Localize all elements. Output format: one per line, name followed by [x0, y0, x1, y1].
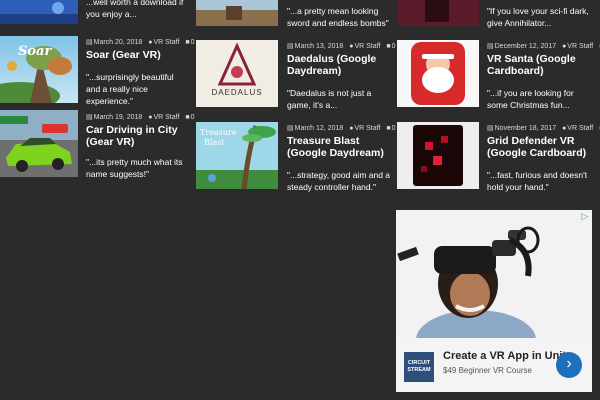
comment-icon: ■	[185, 39, 190, 46]
article-date: March 12, 2018	[294, 125, 344, 132]
article-excerpt: "...its pretty much what its name sugges…	[86, 157, 183, 179]
article-meta: ▤March 19, 2018 ●VR Staff ■0	[86, 113, 195, 122]
article-excerpt: "...if you are looking for some Christma…	[487, 88, 574, 110]
article-meta: ▤November 18, 2017 ●VR Staff ■0	[487, 124, 600, 133]
article-comments[interactable]: 0	[392, 125, 396, 132]
thumbnail-logo-text: Treasure Blast	[200, 128, 236, 148]
calendar-icon: ▤	[86, 39, 93, 46]
article-author[interactable]: VR Staff	[354, 43, 380, 50]
article-meta: ▤March 13, 2018 ●VR Staff ■0	[287, 42, 396, 51]
article-excerpt: "...a pretty mean looking sword and endl…	[287, 6, 389, 28]
user-icon: ●	[562, 125, 567, 132]
thumbnail-logo-line: Treasure	[200, 128, 237, 137]
article-thumbnail[interactable]: Soar	[0, 36, 78, 103]
user-icon: ●	[148, 114, 153, 121]
comment-icon: ■	[185, 114, 190, 121]
calendar-icon: ▤	[287, 43, 294, 50]
article-author[interactable]: VR Staff	[354, 125, 380, 132]
article-comments[interactable]: 0	[191, 39, 195, 46]
article-date: March 19, 2018	[93, 114, 143, 121]
article-comments[interactable]: 0	[191, 114, 195, 121]
article-title[interactable]: Grid Defender VR (Google Cardboard)	[487, 135, 587, 159]
user-icon: ●	[148, 39, 153, 46]
article-date: March 13, 2018	[294, 43, 344, 50]
article-author[interactable]: VR Staff	[153, 114, 179, 121]
article-thumbnail[interactable]	[397, 40, 479, 107]
article-thumbnail[interactable]	[397, 0, 479, 26]
article-excerpt: "...strategy, good aim and a steady cont…	[287, 170, 391, 192]
comment-icon: ■	[386, 43, 391, 50]
article-thumbnail[interactable]	[397, 122, 479, 189]
article-thumbnail[interactable]	[196, 0, 278, 26]
article-comments[interactable]: 0	[392, 43, 396, 50]
thumbnail-logo-line: Blast	[204, 138, 225, 147]
article-title[interactable]: VR Santa (Google Cardboard)	[487, 53, 587, 77]
article-meta: ▤December 12, 2017 ●VR Staff ■0	[487, 42, 600, 51]
ad-brand-logo-line: STREAM	[407, 367, 431, 373]
user-icon: ●	[562, 43, 567, 50]
user-icon: ●	[349, 125, 354, 132]
ad-subtitle: $49 Beginner VR Course	[443, 366, 532, 375]
ad-choices-icon[interactable]: ▷	[580, 211, 590, 221]
article-date: December 12, 2017	[494, 43, 557, 50]
article-title[interactable]: Soar (Gear VR)	[86, 49, 186, 61]
ad-title[interactable]: Create a VR App in Unity	[443, 350, 572, 362]
comment-icon: ■	[386, 125, 391, 132]
article-title[interactable]: Daedalus (Google Daydream)	[287, 53, 391, 77]
article-date: March 20, 2018	[93, 39, 143, 46]
calendar-icon: ▤	[487, 43, 494, 50]
calendar-icon: ▤	[86, 114, 93, 121]
article-excerpt: "...fast, furious and doesn't hold your …	[487, 170, 588, 192]
article-excerpt: "...surprisingly beautiful and a really …	[86, 72, 174, 106]
article-thumbnail[interactable]: Treasure Blast	[196, 122, 278, 189]
calendar-icon: ▤	[287, 125, 294, 132]
article-author[interactable]: VR Staff	[153, 39, 179, 46]
ad-brand-logo: CIRCUIT STREAM	[404, 352, 434, 382]
article-meta: ▤March 20, 2018 ●VR Staff ■0	[86, 38, 195, 47]
article-thumbnail[interactable]	[0, 110, 78, 177]
ad-brand-logo-line: CIRCUIT	[407, 360, 431, 366]
ad-image[interactable]: ▷	[396, 210, 592, 338]
advertisement[interactable]: ▷ CIRCUIT STREAM Create a VR App in Unit…	[396, 210, 592, 392]
article-excerpt: ...well worth a download if you enjoy a.…	[86, 0, 184, 19]
article-author[interactable]: VR Staff	[567, 43, 593, 50]
user-icon: ●	[349, 43, 354, 50]
thumbnail-logo-text: DAEDALUS	[211, 88, 263, 97]
ad-arrow-button[interactable]: ›	[556, 352, 582, 378]
thumbnail-logo-text: Soar	[18, 44, 52, 59]
article-thumbnail[interactable]	[0, 0, 78, 24]
article-title[interactable]: Treasure Blast (Google Daydream)	[287, 135, 391, 159]
ad-caption-bar[interactable]: CIRCUIT STREAM Create a VR App in Unity …	[396, 338, 592, 392]
article-excerpt: "If you love your sci-fi dark, give Anni…	[487, 6, 589, 28]
article-thumbnail[interactable]: DAEDALUS	[196, 40, 278, 107]
article-excerpt: "Daedalus is not just a game, it's a...	[287, 88, 372, 110]
calendar-icon: ▤	[487, 125, 494, 132]
article-meta: ▤March 12, 2018 ●VR Staff ■0	[287, 124, 396, 133]
article-author[interactable]: VR Staff	[567, 125, 593, 132]
article-date: November 18, 2017	[494, 125, 557, 132]
article-title[interactable]: Car Driving in City (Gear VR)	[86, 124, 186, 148]
